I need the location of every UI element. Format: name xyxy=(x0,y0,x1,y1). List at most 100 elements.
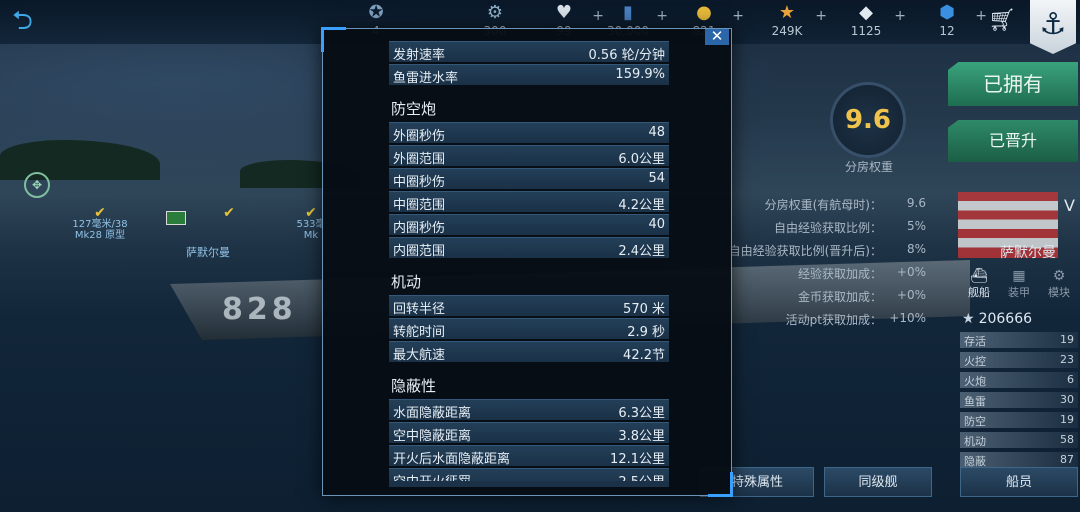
tier-label: V xyxy=(1064,196,1075,215)
check-icon: ✔ xyxy=(94,205,106,221)
weapon-label-main-gun[interactable]: ✔ 127毫米/38 Mk28 原型 xyxy=(70,205,130,241)
add-icon[interactable]: + xyxy=(732,8,744,24)
stat-value: 570 米 xyxy=(623,302,665,317)
stat-label: 开火后水面隐蔽距离 xyxy=(393,452,511,467)
corner-decoration xyxy=(321,27,346,52)
add-icon[interactable]: + xyxy=(975,8,987,24)
stat-value: 4.2公里 xyxy=(618,198,665,213)
stat-row: 发射速率 0.56 轮/分钟 xyxy=(389,41,669,63)
add-icon[interactable]: + xyxy=(815,8,827,24)
stat-label: 转舵时间 xyxy=(393,325,446,340)
stat-label: 内圈秒伤 xyxy=(393,221,446,236)
stat-label: 外圈范围 xyxy=(393,152,446,167)
ship-thumbnail-name: 萨默尔曼 xyxy=(1000,245,1056,261)
stats-scroll-list[interactable]: 发射速率 0.56 轮/分钟 鱼雷进水率 159.9% 防空炮 外圈秒伤 48 外圈范围 6.0… xyxy=(389,41,669,487)
attribute-label: 火控 xyxy=(964,355,986,368)
stat-value: 6.3公里 xyxy=(618,406,665,421)
stat-row: 开火后水面隐蔽距离 12.1公里 xyxy=(389,445,669,467)
anchor-icon[interactable]: ⚓︎ xyxy=(1030,0,1076,54)
weapon-check-ship: ✔ xyxy=(214,206,244,220)
resource-blue-crystal[interactable]: ⬢ 12 + xyxy=(917,2,987,38)
stat-label: 内圈范围 xyxy=(393,244,446,259)
stat-row: 水面隐蔽距离 6.3公里 xyxy=(389,399,669,421)
tab-label: 舰船 xyxy=(968,286,990,299)
stat-row: 鱼雷进水率 159.9% xyxy=(389,64,669,86)
tab-ship[interactable]: ⛴︎ 舰船 xyxy=(960,268,998,300)
stat-label: 金币获取加成： xyxy=(797,290,882,304)
attribute-row: 鱼雷 30 xyxy=(960,392,1078,408)
star-icon: ★ xyxy=(778,2,796,23)
stat-label: 空中隐蔽距离 xyxy=(393,429,472,444)
crosshair-icon[interactable]: ✥ xyxy=(24,172,50,198)
resource-star[interactable]: ★ 249K + xyxy=(757,2,827,38)
resource-diamond[interactable]: ◆ 1125 + xyxy=(836,2,906,38)
room-weight-value: 9.6 xyxy=(830,82,906,158)
ship-tab-icon: ⛴︎ xyxy=(970,268,988,284)
owned-button[interactable]: 已拥有 xyxy=(948,62,1078,106)
stat-row: 内圈范围 2.4公里 xyxy=(389,237,669,259)
hull-number: 828 xyxy=(222,292,297,327)
stat-value: 12.1公里 xyxy=(610,452,665,467)
stat-label: 鱼雷进水率 xyxy=(393,71,459,86)
stat-row: 空中隐蔽距离 3.8公里 xyxy=(389,422,669,444)
stat-value: 48 xyxy=(648,125,665,140)
star-icon: ★ xyxy=(962,311,975,327)
stat-row: 回转半径 570 米 xyxy=(389,295,669,317)
stat-label: 发射速率 xyxy=(393,48,446,63)
attribute-value: 19 xyxy=(1060,413,1074,426)
stat-value: 2.9 秒 xyxy=(627,325,665,340)
back-arrow-icon[interactable]: ⮌ xyxy=(12,8,42,34)
tab-module[interactable]: ⚙︎ 模块 xyxy=(1040,268,1078,300)
same-class-button[interactable]: 同级舰 xyxy=(824,467,932,497)
gear-coin-icon: ⚙ xyxy=(486,2,504,23)
stat-value: 159.9% xyxy=(615,67,665,82)
stat-row: 转舵时间 2.9 秒 xyxy=(389,318,669,340)
stat-row: 中圈范围 4.2公里 xyxy=(389,191,669,213)
room-weight-label: 分房权重 xyxy=(844,160,893,174)
add-icon[interactable]: + xyxy=(894,8,906,24)
stat-label: 自由经验获取比例： xyxy=(773,221,882,235)
stat-label: 活动pt获取加成： xyxy=(785,313,882,327)
corner-decoration xyxy=(708,472,733,497)
stat-value: +0% xyxy=(896,265,926,279)
attribute-label: 鱼雷 xyxy=(964,395,986,408)
stat-row: 外圈范围 6.0公里 xyxy=(389,145,669,167)
stat-value: 54 xyxy=(648,171,665,186)
weapon-name-line1: 127毫米/38 xyxy=(72,219,128,230)
attribute-row: 防空 19 xyxy=(960,412,1078,428)
weapon-name-line2: Mk28 原型 xyxy=(74,230,126,241)
stat-value: +0% xyxy=(896,288,926,302)
stat-label: 水面隐蔽距离 xyxy=(393,406,472,421)
blue-crystal-icon: ⬢ xyxy=(939,2,955,23)
attribute-label: 防空 xyxy=(964,415,986,428)
attribute-row: 存活 19 xyxy=(960,332,1078,348)
tab-label: 模块 xyxy=(1048,286,1070,299)
section-title: 机动 xyxy=(391,273,422,291)
stat-value: +10% xyxy=(889,311,926,325)
stat-label: 自由经验获取比例(晋升后)： xyxy=(728,244,882,258)
attribute-row: 火控 23 xyxy=(960,352,1078,368)
attribute-value: 6 xyxy=(1067,373,1074,386)
attribute-row: 火炮 6 xyxy=(960,372,1078,388)
armor-tab-icon: ▦ xyxy=(1012,268,1026,284)
ship-name-label: 萨默尔曼 xyxy=(186,246,230,259)
ship-score: ★ 206666 xyxy=(962,311,1032,327)
attribute-value: 30 xyxy=(1060,393,1074,406)
resource-value: 1125 xyxy=(850,24,882,38)
crew-button[interactable]: 船员 xyxy=(960,467,1078,497)
resource-value: 249K xyxy=(771,24,803,38)
stat-label: 最大航速 xyxy=(393,348,446,363)
stat-value: 6.0公里 xyxy=(618,152,665,167)
close-button[interactable]: ✕ xyxy=(705,29,729,45)
tab-armor[interactable]: ▦ 装甲 xyxy=(1000,268,1038,300)
stat-value: 42.2节 xyxy=(623,348,665,363)
add-icon[interactable]: + xyxy=(656,8,668,24)
promoted-button[interactable]: 已晋升 xyxy=(948,120,1078,162)
stat-label: 分房权重(有航母时)： xyxy=(764,198,882,212)
ship-info-tabs: ⛴︎ 舰船 ▦ 装甲 ⚙︎ 模块 xyxy=(960,268,1078,308)
attribute-value: 19 xyxy=(1060,333,1074,346)
diamond-icon: ◆ xyxy=(859,2,873,23)
shopping-cart-icon[interactable]: 🛒︎ xyxy=(988,8,1016,33)
weapon-name-line2: Mk xyxy=(303,230,319,241)
stat-value: 0.56 轮/分钟 xyxy=(588,48,665,63)
